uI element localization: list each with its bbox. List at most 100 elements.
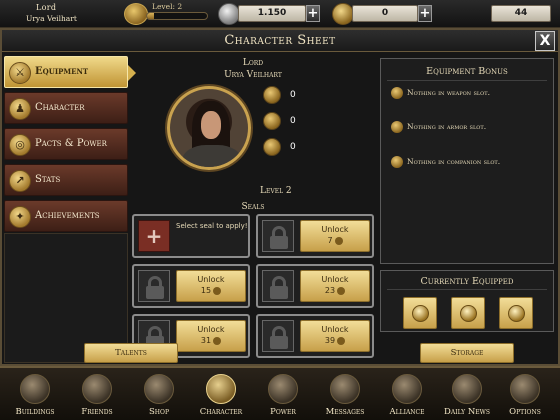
unlock-label: Unlock	[321, 225, 349, 234]
weapon-stat-value: 0	[290, 90, 296, 100]
title-bar: Character Sheet X	[2, 30, 558, 52]
character-rank: Lord	[242, 58, 264, 68]
bag-stat-value: 0	[290, 142, 296, 152]
level-label: Level: 2	[152, 2, 183, 11]
unlock-cost: 15	[200, 286, 212, 295]
nav-label: Character	[199, 407, 243, 417]
character-icon	[206, 374, 236, 404]
gold-icon	[332, 3, 354, 25]
character-panel: Lord Urya Veilhart 0 0 0 Level 2 Seals +…	[130, 56, 376, 366]
raven-icon	[330, 374, 360, 404]
rings-icon: ◎	[9, 134, 31, 156]
unlock-label: Unlock	[321, 325, 349, 334]
character-name: Urya Veilhart	[224, 70, 282, 80]
weapon-stat-icon	[263, 86, 281, 104]
top-bar: Lord Urya Veilhart Level: 2 1.150 + 0 + …	[0, 0, 560, 28]
unlock-seal-button[interactable]: Unlock 31	[176, 320, 246, 352]
coin-icon	[213, 286, 222, 295]
equipment-icon: ⚔	[9, 62, 31, 84]
nav-label: Power	[270, 407, 296, 417]
add-silver-button[interactable]: +	[306, 5, 320, 22]
nav-shop[interactable]: Shop	[128, 370, 190, 420]
sidebar-item-achievements[interactable]: ✦ Achievements	[4, 200, 128, 232]
shop-icon	[144, 374, 174, 404]
nav-label: Friends	[81, 407, 113, 417]
player-name: Urya Veilhart	[26, 14, 77, 23]
level-badge-icon	[124, 3, 148, 25]
unlock-seal-button[interactable]: Unlock 7	[300, 220, 370, 252]
character-icon: ♟	[9, 98, 31, 120]
xp-bar-fill	[147, 13, 155, 19]
armor-slot-icon	[460, 305, 477, 322]
sidebar-item-label: Character	[35, 102, 85, 113]
nav-power[interactable]: Power	[252, 370, 314, 420]
seals-label: Seals	[241, 202, 265, 212]
companion-slot-icon	[508, 305, 525, 322]
gold-count: 0	[352, 5, 418, 22]
talents-button[interactable]: Talents	[84, 343, 178, 363]
silver-icon	[218, 3, 240, 25]
nav-label: Shop	[148, 407, 169, 417]
companion-slot[interactable]	[499, 297, 533, 329]
unlock-label: Unlock	[197, 275, 225, 284]
unlock-cost: 31	[200, 336, 212, 345]
nav-options[interactable]: Options	[494, 370, 556, 420]
bonus-text: Nothing in weapon slot.	[407, 88, 491, 97]
divider	[387, 80, 547, 81]
portrait-face	[201, 111, 221, 139]
nav-alliance[interactable]: Alliance	[376, 370, 438, 420]
nav-label: Alliance	[389, 407, 425, 417]
storage-button[interactable]: Storage	[420, 343, 514, 363]
nav-daily-news[interactable]: Daily News	[436, 370, 498, 420]
stats-icon: ↗	[9, 170, 31, 192]
equipment-bonus-panel: Equipment Bonus Nothing in weapon slot. …	[380, 58, 554, 264]
nav-messages[interactable]: Messages	[314, 370, 376, 420]
power-icon	[268, 374, 298, 404]
lock-icon	[262, 320, 294, 352]
armor-slot[interactable]	[451, 297, 485, 329]
alliance-icon	[392, 374, 422, 404]
seal-apply-slot[interactable]: + Select seal to apply!	[132, 214, 250, 258]
weapon-slot-icon	[412, 305, 429, 322]
nav-label: Options	[509, 407, 541, 417]
page-title: Character Sheet	[224, 33, 336, 48]
sidebar-item-label: Achievements	[35, 210, 100, 221]
add-seal-icon: +	[138, 220, 170, 252]
weapon-icon	[391, 87, 403, 99]
armor-stat-icon	[263, 112, 281, 130]
gear-icon	[510, 374, 540, 404]
nav-label: Buildings	[15, 407, 55, 417]
lock-icon	[262, 270, 294, 302]
coin-icon	[213, 336, 222, 345]
nav-friends[interactable]: Friends	[66, 370, 128, 420]
unlock-seal-button[interactable]: Unlock 23	[300, 270, 370, 302]
unlock-seal-button[interactable]: Unlock 15	[176, 270, 246, 302]
sidebar-item-label: Equipment	[35, 66, 89, 77]
close-button[interactable]: X	[535, 31, 555, 51]
sidebar-item-stats[interactable]: ↗ Stats	[4, 164, 128, 196]
weapon-slot[interactable]	[403, 297, 437, 329]
unlock-cost: 23	[324, 286, 336, 295]
silver-count: 1.150	[238, 5, 306, 22]
lock-icon	[138, 270, 170, 302]
seal-slot-locked: Unlock 7	[256, 214, 374, 258]
nav-character[interactable]: Character	[190, 370, 252, 420]
armor-stat-value: 0	[290, 116, 296, 126]
coin-icon	[337, 336, 346, 345]
bonus-text: Nothing in armor slot.	[407, 122, 487, 131]
unlock-cost: 39	[324, 336, 336, 345]
companion-icon	[391, 156, 403, 168]
seal-slot-locked: Unlock 23	[256, 264, 374, 308]
bag-stat-icon	[263, 138, 281, 156]
apply-seal-text: Select seal to apply!	[176, 222, 248, 230]
sidebar-item-label: Stats	[35, 174, 61, 185]
nav-label: Daily News	[444, 407, 490, 417]
add-gold-button[interactable]: +	[418, 5, 432, 22]
nav-buildings[interactable]: Buildings	[4, 370, 66, 420]
sidebar-item-character[interactable]: ♟ Character	[4, 92, 128, 124]
sidebar-item-pacts-power[interactable]: ◎ Pacts & Power	[4, 128, 128, 160]
sidebar-item-equipment[interactable]: ⚔ Equipment	[4, 56, 136, 88]
character-sheet-window: Character Sheet X ⚔ Equipment ♟ Characte…	[0, 28, 560, 366]
unlock-seal-button[interactable]: Unlock 39	[300, 320, 370, 352]
seal-slot-locked: Unlock 15	[132, 264, 250, 308]
